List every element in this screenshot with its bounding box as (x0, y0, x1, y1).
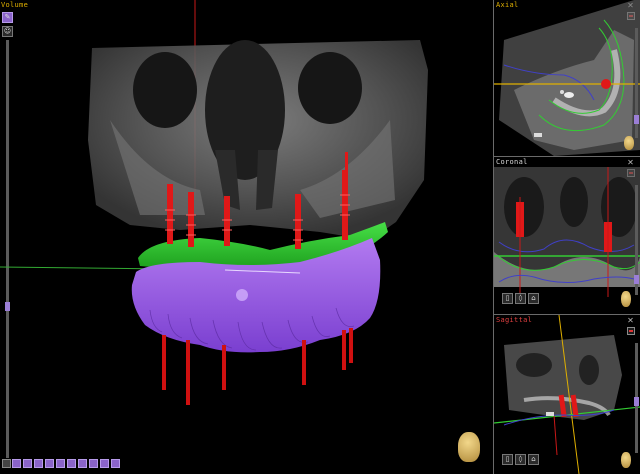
crown-view-icon[interactable]: ⌂ (528, 293, 539, 304)
head-orientation-icon[interactable] (624, 136, 634, 150)
volume-render[interactable] (0, 0, 493, 474)
ruler-icon[interactable] (56, 459, 65, 468)
implant-3 (224, 196, 230, 246)
tooth-view-icon[interactable]: ▯ (502, 454, 513, 465)
coronal-slider-thumb[interactable] (634, 275, 639, 284)
volume-panel[interactable]: Volume ✎ ☺ (0, 0, 494, 474)
sinus-left (133, 52, 197, 128)
head-orientation-icon[interactable] (621, 291, 631, 307)
screenshot-icon[interactable] (2, 459, 11, 468)
view-tool-buttons: ▯ ◊ ⌂ (502, 293, 542, 306)
implant-1 (167, 184, 173, 244)
layer-icon[interactable] (23, 459, 32, 468)
view-tool-buttons: ▯ ◊ ⌂ (502, 454, 542, 467)
arrow-icon[interactable] (67, 459, 76, 468)
cut-icon[interactable] (78, 459, 87, 468)
crown-view-icon[interactable]: ⌂ (528, 454, 539, 465)
sagittal-slider-thumb[interactable] (634, 397, 639, 406)
tooth-view-icon[interactable]: ▯ (502, 293, 513, 304)
sagittal-slice-image[interactable] (494, 315, 640, 474)
implant-view-icon[interactable]: ◊ (515, 454, 526, 465)
settings-icon[interactable] (111, 459, 120, 468)
axial-slice-image[interactable] (494, 0, 640, 156)
head-orientation-icon[interactable] (621, 452, 631, 468)
bottom-toolbar (2, 459, 122, 471)
implant-6 (345, 152, 348, 172)
head-orientation-icon[interactable] (458, 432, 480, 462)
measure-icon[interactable] (89, 459, 98, 468)
nerve-icon[interactable] (100, 459, 109, 468)
implant-4 (295, 194, 301, 249)
coronal-panel[interactable]: Coronal ✕ ▯ ◊ ⌂ (494, 157, 640, 315)
axial-panel[interactable]: Axial ✕ (494, 0, 640, 157)
sagittal-panel[interactable]: Sagittal ✕ ▯ ◊ ⌂ (494, 315, 640, 474)
coronal-slice-image[interactable] (494, 157, 640, 314)
implant-view-icon[interactable]: ◊ (515, 293, 526, 304)
implant-icon[interactable] (45, 459, 54, 468)
grid-icon[interactable] (12, 459, 21, 468)
tooth-icon[interactable] (34, 459, 43, 468)
sinus-right (298, 52, 362, 124)
implant-2 (188, 192, 194, 247)
axial-slider-thumb[interactable] (634, 115, 639, 124)
